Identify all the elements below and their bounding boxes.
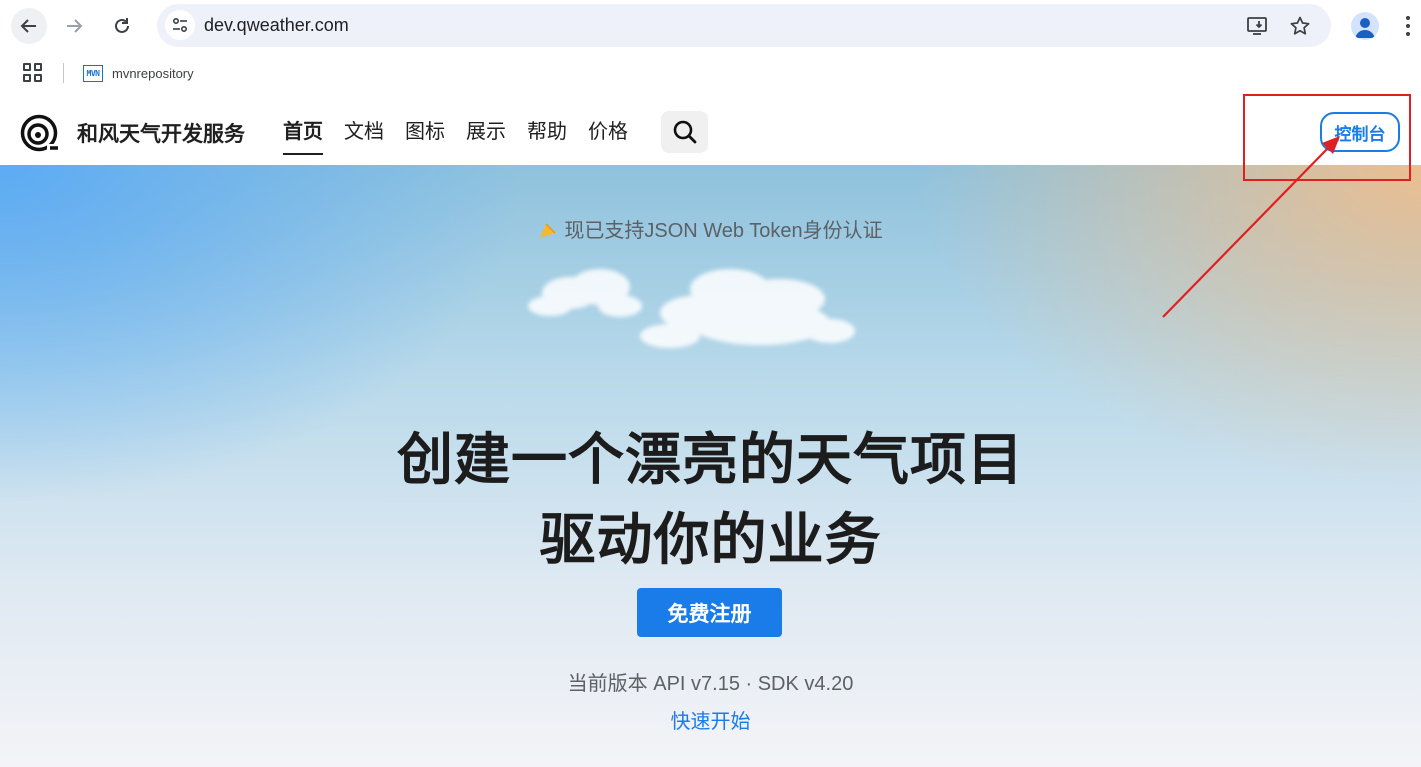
back-icon: [20, 19, 36, 33]
nav-icons[interactable]: 图标: [405, 118, 445, 150]
reload-icon: [115, 18, 129, 33]
search-button[interactable]: [661, 111, 708, 153]
hero-headline-line2: 驱动你的业务: [539, 508, 882, 571]
annotation-highlight-box: [1243, 94, 1411, 181]
url-text[interactable]: dev.qweather.com: [204, 15, 349, 36]
bookmark-star-button[interactable]: [1287, 13, 1313, 39]
mvn-logo-icon: MVN: [83, 64, 103, 82]
site-header: 和风天气开发服务 首页 文档 图标 展示 帮助 价格 控制台: [0, 94, 1421, 165]
star-icon: [1290, 16, 1310, 35]
search-icon: [673, 120, 696, 144]
quickstart-link[interactable]: 快速开始: [0, 705, 1421, 734]
announcement-banner[interactable]: 现已支持JSON Web Token身份认证: [0, 214, 1421, 243]
nav-pricing[interactable]: 价格: [588, 118, 628, 150]
hero-section: 现已支持JSON Web Token身份认证 创建一个漂亮的天气项目 驱动你的业…: [0, 165, 1421, 767]
nav-help[interactable]: 帮助: [527, 118, 567, 150]
menu-icon: [1406, 16, 1410, 20]
bookmarks-divider: [63, 63, 64, 83]
bookmark-mvnrepository[interactable]: MVN mvnrepository: [83, 63, 194, 83]
browser-toolbar: dev.qweather.com: [0, 0, 1421, 52]
clouds-illustration: [528, 269, 855, 348]
reload-button[interactable]: [104, 8, 140, 44]
nav-docs[interactable]: 文档: [344, 118, 384, 150]
browser-menu-button[interactable]: [1398, 13, 1418, 39]
forward-button[interactable]: [56, 8, 92, 44]
back-button[interactable]: [11, 8, 47, 44]
forward-icon: [67, 19, 83, 33]
qweather-logo-icon: [20, 114, 58, 152]
brand-name: 和风天气开发服务: [77, 123, 245, 146]
hero-headline-line1: 创建一个漂亮的天气项目: [397, 428, 1024, 491]
install-icon: [1247, 17, 1267, 35]
site-info-icon: [172, 17, 188, 33]
main-nav: 首页 文档 图标 展示 帮助 价格: [283, 118, 649, 155]
install-app-button[interactable]: [1244, 13, 1270, 39]
apps-grid-icon[interactable]: [23, 63, 42, 82]
bookmark-label: mvnrepository: [112, 65, 194, 81]
bookmarks-bar: MVN mvnrepository: [0, 52, 1421, 94]
signup-button[interactable]: 免费注册: [637, 588, 782, 637]
nav-home[interactable]: 首页: [283, 118, 323, 155]
party-popper-icon: [540, 223, 556, 238]
site-info-button[interactable]: [165, 10, 195, 40]
profile-icon: [1355, 18, 1375, 38]
profile-button[interactable]: [1351, 12, 1379, 40]
announcement-text: 现已支持JSON Web Token身份认证: [564, 220, 883, 242]
nav-showcase[interactable]: 展示: [466, 118, 506, 150]
address-bar[interactable]: dev.qweather.com: [157, 4, 1331, 47]
version-info: 当前版本 API v7.15 · SDK v4.20: [567, 673, 854, 695]
brand-link[interactable]: 和风天气开发服务: [20, 114, 245, 152]
